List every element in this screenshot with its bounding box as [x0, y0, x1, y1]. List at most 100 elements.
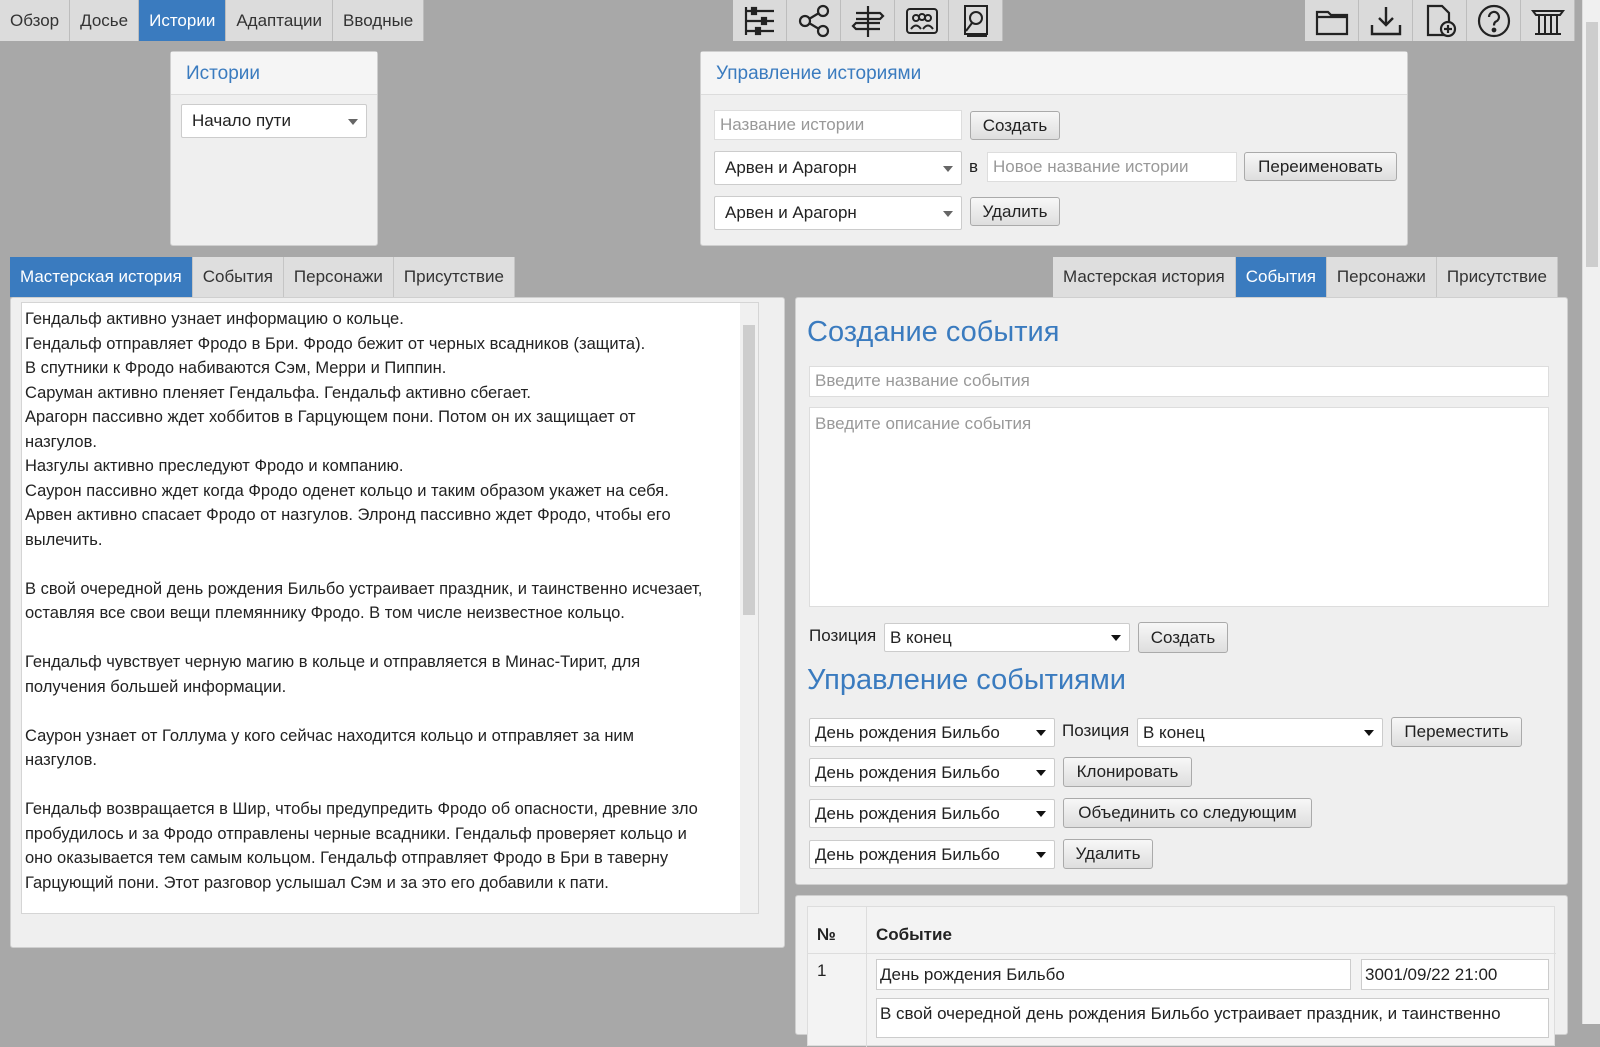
rename-story-button[interactable]: Переименовать: [1244, 152, 1397, 181]
nav-tab-overview[interactable]: Обзор: [0, 0, 71, 41]
signpost-button[interactable]: [841, 0, 895, 41]
page-scrollbar-thumb[interactable]: [1586, 22, 1598, 267]
search-doc-icon: [963, 4, 988, 37]
chevron-down-icon: [943, 166, 953, 172]
move-event-value: День рождения Бильбо: [815, 723, 1000, 742]
share-button[interactable]: [787, 0, 841, 41]
event-description-textarea[interactable]: Введите описание события: [809, 407, 1549, 607]
delete-story-select-value: Арвен и Арагорн: [725, 203, 857, 222]
row-number: 1: [817, 961, 827, 980]
top-nav: Обзор Досье Истории Адаптации Вводные: [0, 0, 425, 41]
left-subtabs: Мастерская история События Персонажи При…: [10, 257, 515, 297]
folder-icon: [1315, 10, 1348, 35]
chevron-down-icon: [1036, 730, 1046, 736]
columns-button[interactable]: [1521, 0, 1575, 41]
stories-panel: Истории Начало пути: [170, 51, 378, 246]
right-tab-presence[interactable]: Присутствие: [1436, 257, 1558, 297]
columns-icon: [1530, 9, 1565, 35]
clone-event-button[interactable]: Клонировать: [1063, 757, 1192, 787]
right-tab-master-story[interactable]: Мастерская история: [1053, 257, 1236, 297]
nav-tab-dossier[interactable]: Досье: [70, 0, 140, 41]
nav-tab-adaptations[interactable]: Адаптации: [226, 0, 334, 41]
open-folder-button[interactable]: [1305, 0, 1359, 41]
left-tab-characters[interactable]: Персонажи: [283, 257, 394, 297]
nav-tab-stories[interactable]: Истории: [139, 0, 227, 41]
move-position-label: Позиция: [1062, 721, 1130, 740]
event-name-input[interactable]: Введите название события: [809, 366, 1549, 397]
nav-tab-intro[interactable]: Вводные: [333, 0, 425, 41]
story-name-input[interactable]: Название истории: [714, 110, 962, 140]
master-story-scrollbar[interactable]: [740, 303, 758, 913]
download-icon: [1370, 6, 1401, 35]
create-position-value: В конец: [890, 628, 952, 647]
right-toolbar: [1305, 0, 1575, 41]
page-scrollbar[interactable]: [1582, 0, 1600, 1024]
chevron-down-icon: [1364, 730, 1374, 736]
chevron-down-icon: [1111, 635, 1121, 641]
story-select-value: Начало пути: [192, 111, 291, 130]
clone-event-select[interactable]: День рождения Бильбо: [809, 758, 1055, 787]
delete-story-button[interactable]: Удалить: [970, 197, 1060, 226]
manage-stories-title: Управление историями: [701, 52, 1407, 95]
create-position-select[interactable]: В конец: [884, 623, 1130, 652]
group-icon: [905, 7, 938, 34]
right-subtabs: Мастерская история События Персонажи При…: [1053, 257, 1558, 297]
create-story-button[interactable]: Создать: [970, 111, 1060, 140]
master-story-text: Гендальф активно узнает информацию о кол…: [25, 310, 703, 892]
delete-story-select[interactable]: Арвен и Арагорн: [714, 196, 962, 230]
clone-event-value: День рождения Бильбо: [815, 763, 1000, 782]
master-story-textarea[interactable]: Гендальф активно узнает информацию о кол…: [21, 302, 759, 914]
table-column-divider: [866, 907, 867, 1047]
stories-panel-title: Истории: [171, 52, 377, 95]
events-table-panel: № Событие 1 День рождения Бильбо 3001/09…: [795, 895, 1568, 1047]
signpost-icon: [850, 5, 885, 37]
rename-story-select[interactable]: Арвен и Арагорн: [714, 151, 962, 185]
table-header-event: Событие: [876, 925, 952, 944]
move-position-select[interactable]: В конец: [1137, 718, 1383, 747]
move-event-button[interactable]: Переместить: [1391, 717, 1522, 747]
left-tab-master-story[interactable]: Мастерская история: [10, 257, 193, 297]
event-time-field[interactable]: 3001/09/22 21:00: [1361, 959, 1549, 990]
merge-event-button[interactable]: Объединить со следующим: [1063, 798, 1312, 828]
move-position-value: В конец: [1143, 723, 1205, 742]
in-label: в: [969, 157, 979, 176]
create-event-button[interactable]: Создать: [1138, 622, 1228, 653]
left-tab-events[interactable]: События: [192, 257, 284, 297]
move-event-select[interactable]: День рождения Бильбо: [809, 718, 1055, 747]
chevron-down-icon: [348, 119, 358, 125]
merge-event-select[interactable]: День рождения Бильбо: [809, 799, 1055, 828]
delete-event-button[interactable]: Удалить: [1063, 839, 1153, 869]
events-table: № Событие 1 День рождения Бильбо 3001/09…: [807, 906, 1556, 1047]
help-button[interactable]: [1467, 0, 1521, 41]
scrollbar-thumb[interactable]: [743, 325, 755, 615]
event-name-field[interactable]: День рождения Бильбо: [876, 959, 1351, 990]
group-button[interactable]: [895, 0, 949, 41]
events-panel: Создание события Введите название событи…: [795, 297, 1568, 885]
chevron-down-icon: [1036, 852, 1046, 858]
story-select[interactable]: Начало пути: [181, 104, 367, 138]
help-icon: [1477, 4, 1510, 37]
new-file-button[interactable]: [1413, 0, 1467, 41]
table-header-number: №: [817, 925, 836, 944]
table-divider: [808, 953, 1556, 954]
share-icon: [798, 4, 829, 37]
delete-event-select[interactable]: День рождения Бильбо: [809, 840, 1055, 869]
manage-stories-panel: Управление историями Название истории Со…: [700, 51, 1408, 246]
delete-event-value: День рождения Бильбо: [815, 845, 1000, 864]
manage-events-title: Управление событиями: [807, 664, 1126, 696]
right-tab-events[interactable]: События: [1235, 257, 1327, 297]
download-button[interactable]: [1359, 0, 1413, 41]
chevron-down-icon: [1036, 811, 1046, 817]
center-toolbar: [733, 0, 1003, 41]
position-label: Позиция: [809, 626, 877, 645]
left-tab-presence[interactable]: Присутствие: [393, 257, 515, 297]
timeline-icon: [744, 6, 774, 35]
event-description-field[interactable]: В свой очередной день рождения Бильбо ус…: [876, 998, 1549, 1038]
new-file-icon: [1426, 4, 1456, 37]
right-tab-characters[interactable]: Персонажи: [1326, 257, 1437, 297]
new-story-name-input[interactable]: Новое название истории: [987, 152, 1237, 182]
rename-story-select-value: Арвен и Арагорн: [725, 158, 857, 177]
timeline-button[interactable]: [733, 0, 787, 41]
search-document-button[interactable]: [949, 0, 1003, 41]
chevron-down-icon: [943, 211, 953, 217]
